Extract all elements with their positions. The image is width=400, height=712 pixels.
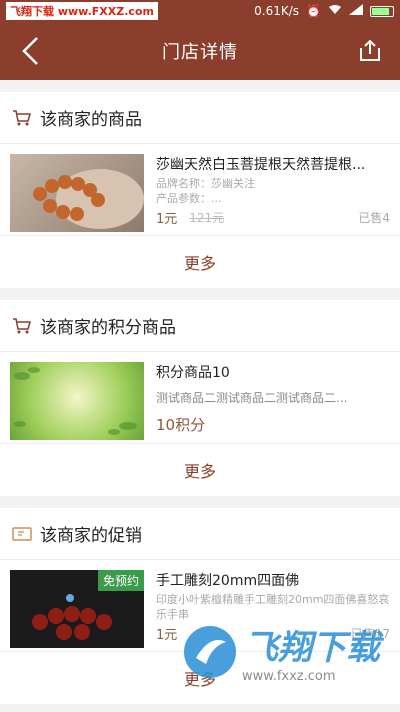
price-row: 1元 121元 已售4 [156,208,390,227]
product-sold-count: 已售4 [358,211,390,225]
network-speed: 0.61K/s [254,4,300,18]
watermark-logo: 飞翔下载 www.fxxz.com [182,620,380,684]
back-icon[interactable] [14,35,46,67]
product-old-price: 121元 [189,211,225,225]
battery-icon [370,5,394,17]
points-product-thumbnail [10,362,144,440]
points-product-info: 积分商品10 测试商品二测试商品二测试商品二... 10积分 [156,362,390,435]
goods-section-title: 该商家的商品 [40,110,142,130]
points-section: 该商家的积分商品 积分商品10 测试商品二测试商品二测试商品二... 10积分 … [0,300,400,496]
points-product-name: 积分商品10 [156,365,230,381]
promo-product-name: 手工雕刻20mm四面佛 [156,573,300,589]
product-price: 1元 [156,212,178,227]
product-brand: 品牌名称：莎幽关注 [156,177,255,190]
app-bar: 门店详情 [0,22,400,80]
promo-product-desc: 印度小叶紫檀精雕手工雕刻20mm四面佛喜怒哀乐手串 [156,593,390,621]
points-more-button[interactable]: 更多 [0,444,400,496]
goods-section: 该商家的商品 莎幽天然白玉菩提根天然菩提根... 品牌名称：莎幽关注 产品参数：… [0,92,400,288]
share-icon[interactable] [354,35,386,67]
signal-icon [349,4,363,18]
promo-price: 1元 [156,628,178,643]
status-icons: 0.61K/s ⏰ [254,4,394,18]
wifi-icon [328,4,342,18]
points-value: 10积分 [156,416,206,434]
watermark-url: www.fxxz.com [242,669,336,684]
no-reservation-badge: 免预约 [97,570,144,591]
points-list-item[interactable]: 积分商品10 测试商品二测试商品二测试商品二... 10积分 [0,352,400,444]
goods-more-button[interactable]: 更多 [0,236,400,288]
promo-section-header: 该商家的促销 [0,508,400,560]
coupon-icon [12,526,32,542]
cart-icon [12,109,32,127]
product-name: 莎幽天然白玉菩提根天然菩提根... [156,157,366,173]
watermark-brand: 飞翔下载 [244,628,380,668]
product-info: 莎幽天然白玉菩提根天然菩提根... 品牌名称：莎幽关注 产品参数：... 1元 … [156,154,390,227]
points-section-header: 该商家的积分商品 [0,300,400,352]
promo-section-title: 该商家的促销 [40,526,142,546]
page-title: 门店详情 [162,42,238,63]
product-thumbnail [10,154,144,232]
alarm-icon: ⏰ [306,4,321,18]
status-bar: 飞翔下载 www.FXXZ.com 0.61K/s ⏰ [0,0,400,22]
product-params: 产品参数：... [156,192,222,205]
fxxz-logo-icon [184,626,236,678]
points-product-desc: 测试商品二测试商品二测试商品二... [156,390,348,405]
points-section-title: 该商家的积分商品 [40,318,176,338]
cart-icon [12,317,32,335]
product-list-item[interactable]: 莎幽天然白玉菩提根天然菩提根... 品牌名称：莎幽关注 产品参数：... 1元 … [0,144,400,236]
goods-section-header: 该商家的商品 [0,92,400,144]
promo-product-thumbnail: 免预约 [10,570,144,648]
watermark-label: 飞翔下载 www.FXXZ.com [6,2,158,20]
